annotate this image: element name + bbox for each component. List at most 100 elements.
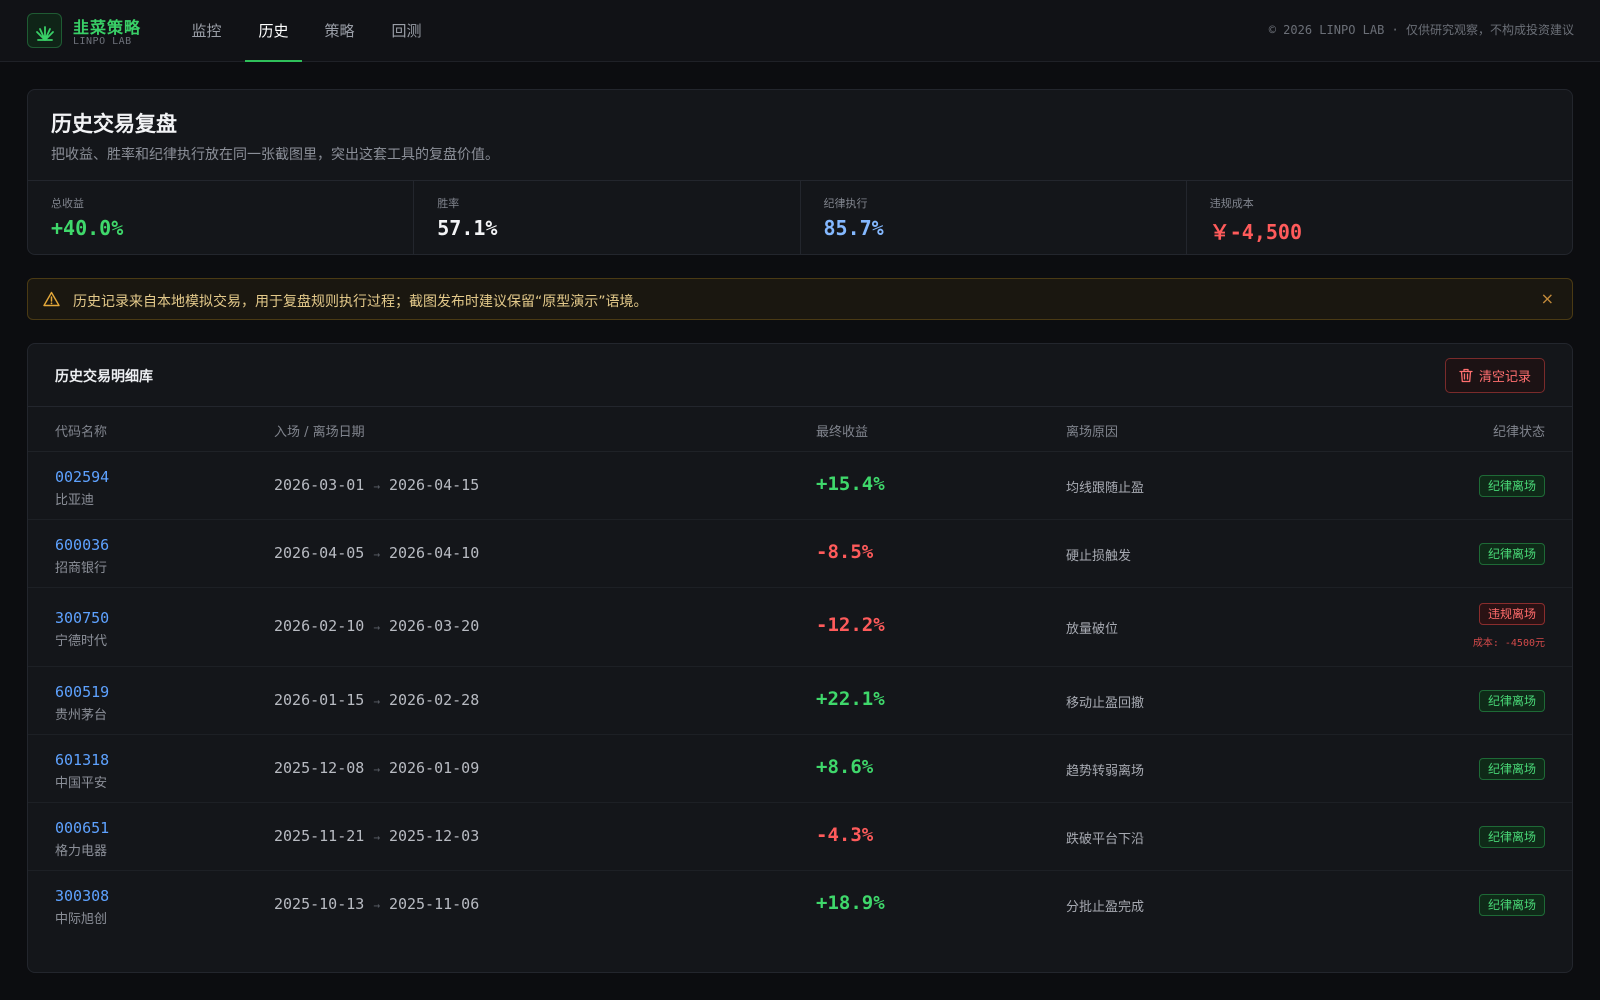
status-badge-violation: 违规离场 [1478,603,1545,625]
col-discipline-status: 纪律状态 [1492,425,1545,440]
table-title: 历史交易明细库 [55,369,153,385]
warning-icon [43,291,60,307]
stat-label: 违规成本 [1209,197,1254,210]
table-row[interactable]: 601318 中国平安 2025-12-08 → 2026-01-09 +8.6% … [28,735,1572,803]
summary-card: 历史交易复盘 把收益、胜率和纪律执行放在同一张截图里，突出这套工具的复盘价值。 … [27,89,1573,255]
stat-total-return: 总收益 +40.0% [28,181,413,255]
stock-name: 比亚迪 [55,493,95,508]
exit-reason: 跌破平台下沿 [1066,832,1145,847]
close-icon[interactable]: × [1541,289,1554,308]
stock-name: 中际旭创 [55,912,108,927]
exit-date: 2026-03-20 [388,617,480,635]
entry-date: 2026-03-01 [274,476,365,494]
stock-code[interactable]: 300308 [55,887,109,905]
stat-value: ￥-4,500 [1209,220,1302,244]
stock-code[interactable]: 601318 [55,751,109,769]
top-bar: 韭菜策略 LINPO LAB 监控 历史 策略 回测 © 2026 LINPO … [0,0,1600,62]
arrow-right-icon: → [373,899,380,912]
brand-name: 韭菜策略 [73,18,142,37]
chives-icon [35,25,54,41]
table-row[interactable]: 600519 贵州茅台 2026-01-15 → 2026-02-28 +22.1%… [28,667,1572,735]
page-description: 把收益、胜率和纪律执行放在同一张截图里，突出这套工具的复盘价值。 [51,147,499,163]
exit-date: 2025-12-03 [388,827,480,845]
brand-logo-icon[interactable] [27,13,62,48]
final-pnl: -4.3% [816,824,874,846]
stat-value: +40.0% [51,216,124,240]
arrow-right-icon: → [373,763,380,776]
trade-dates: 2026-04-05 → 2026-04-10 [274,544,479,562]
col-pnl: 最终收益 [816,425,869,440]
exit-date: 2026-04-10 [388,544,480,562]
trade-history-table: 历史交易明细库 清空记录 代码名称 入场 / 离场日期 最终收益 离场原因 纪律… [27,343,1573,973]
exit-reason: 放量破位 [1066,622,1119,637]
brand-subtitle: LINPO LAB [73,36,132,47]
warning-banner: 历史记录来自本地模拟交易，用于复盘规则执行过程；截图发布时建议保留“原型演示”语… [27,278,1573,320]
entry-date: 2025-11-21 [274,827,365,845]
trade-dates: 2025-11-21 → 2025-12-03 [274,827,479,845]
arrow-right-icon: → [373,695,380,708]
disclaimer-text: © 2026 LINPO LAB · 仅供研究观察，不构成投资建议 [1268,23,1574,37]
status-badge: 纪律离场 [1478,543,1545,565]
table-row[interactable]: 300750 宁德时代 2026-02-10 → 2026-03-20 -12.2%… [28,588,1572,667]
trade-dates: 2026-02-10 → 2026-03-20 [274,617,479,635]
stat-label: 纪律执行 [823,197,868,210]
arrow-right-icon: → [373,621,380,634]
stock-name: 宁德时代 [55,634,108,649]
col-code-name: 代码名称 [55,425,108,440]
trade-dates: 2026-03-01 → 2026-04-15 [274,476,479,494]
stats-row: 总收益 +40.0% 胜率 57.1% 纪律执行 85.7% 违规成本 ￥-4,… [28,180,1572,255]
stat-violation-cost: 违规成本 ￥-4,500 [1185,181,1572,255]
final-pnl: -8.5% [816,541,874,563]
arrow-right-icon: → [373,480,380,493]
trade-dates: 2025-10-13 → 2025-11-06 [274,895,479,913]
exit-reason: 均线跟随止盈 [1066,481,1145,496]
exit-date: 2026-04-15 [388,476,480,494]
col-exit-reason: 离场原因 [1066,425,1119,440]
clear-records-button[interactable]: 清空记录 [1445,358,1545,393]
status-badge: 纪律离场 [1478,826,1545,848]
clear-records-label: 清空记录 [1478,370,1531,385]
tab-history[interactable]: 历史 [245,0,302,62]
status-badge: 纪律离场 [1478,690,1545,712]
column-headers: 代码名称 入场 / 离场日期 最终收益 离场原因 纪律状态 [28,407,1572,452]
arrow-right-icon: → [373,831,380,844]
stock-code[interactable]: 000651 [55,819,109,837]
exit-date: 2026-01-09 [388,759,480,777]
stock-name: 中国平安 [55,776,108,791]
trade-dates: 2025-12-08 → 2026-01-09 [274,759,479,777]
entry-date: 2025-10-13 [274,895,365,913]
final-pnl: +8.6% [816,756,874,778]
stock-code[interactable]: 600519 [55,683,109,701]
table-row[interactable]: 000651 格力电器 2025-11-21 → 2025-12-03 -4.3% … [28,803,1572,871]
stock-name: 招商银行 [55,561,108,576]
final-pnl: -12.2% [816,614,885,636]
stat-discipline: 纪律执行 85.7% [799,181,1186,255]
stock-code[interactable]: 300750 [55,609,109,627]
entry-date: 2026-04-05 [274,544,365,562]
stat-label: 总收益 [51,197,84,210]
stock-name: 格力电器 [55,844,108,859]
status-badge: 纪律离场 [1478,894,1545,916]
violation-cost: 成本: -4500元 [1472,638,1545,649]
stat-label: 胜率 [437,197,460,210]
page-title: 历史交易复盘 [51,112,177,136]
stat-value: 85.7% [823,216,884,240]
exit-date: 2025-11-06 [388,895,480,913]
stock-code[interactable]: 002594 [55,468,109,486]
arrow-right-icon: → [373,548,380,561]
stock-name: 贵州茅台 [55,708,108,723]
final-pnl: +22.1% [816,688,885,710]
table-row[interactable]: 600036 招商银行 2026-04-05 → 2026-04-10 -8.5% … [28,520,1572,588]
tab-strategy[interactable]: 策略 [322,0,357,62]
exit-date: 2026-02-28 [388,691,480,709]
table-row[interactable]: 300308 中际旭创 2025-10-13 → 2025-11-06 +18.9%… [28,871,1572,939]
entry-date: 2026-02-10 [274,617,365,635]
table-row[interactable]: 002594 比亚迪 2026-03-01 → 2026-04-15 +15.4% … [28,452,1572,520]
stock-code[interactable]: 600036 [55,536,109,554]
status-badge: 纪律离场 [1478,758,1545,780]
tab-monitor[interactable]: 监控 [189,0,224,62]
exit-reason: 趋势转弱离场 [1066,764,1145,779]
final-pnl: +18.9% [816,892,885,914]
warning-text: 历史记录来自本地模拟交易，用于复盘规则执行过程；截图发布时建议保留“原型演示”语… [73,294,648,310]
tab-backtest[interactable]: 回测 [389,0,424,62]
